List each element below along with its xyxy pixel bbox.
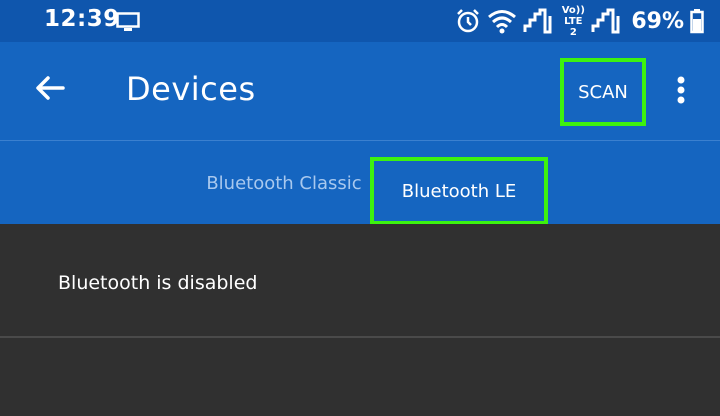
page-title: Devices <box>126 70 256 108</box>
tab-bluetooth-classic[interactable]: Bluetooth Classic <box>196 141 372 225</box>
screen-icon <box>116 12 140 32</box>
app-bar: Devices SCAN <box>0 42 720 140</box>
status-time: 12:39 <box>44 6 120 32</box>
wifi-icon <box>487 8 517 34</box>
back-button[interactable] <box>24 64 76 116</box>
battery-percent: 69% <box>631 8 684 34</box>
lte-icon: Vo)) LTE2 <box>561 5 585 38</box>
status-bar: 12:39 Vo)) LTE2 69% <box>0 0 720 42</box>
network-label: Vo)) LTE2 <box>561 4 585 38</box>
battery-icon <box>690 8 704 34</box>
divider <box>0 336 720 338</box>
more-vert-icon <box>677 76 685 108</box>
signal-icon <box>523 8 555 34</box>
back-arrow-icon <box>35 75 65 105</box>
device-list: Bluetooth is disabled <box>0 224 720 416</box>
more-options-button[interactable] <box>664 72 698 112</box>
tab-bluetooth-le[interactable]: Bluetooth LE <box>370 157 548 225</box>
bluetooth-status-message: Bluetooth is disabled <box>58 272 258 294</box>
scan-button[interactable]: SCAN <box>560 58 646 126</box>
status-icons: Vo)) LTE2 69% <box>455 5 704 38</box>
alarm-icon <box>455 8 481 34</box>
tab-bar: Bluetooth Classic Bluetooth LE <box>0 140 720 225</box>
signal-icon <box>591 8 623 34</box>
